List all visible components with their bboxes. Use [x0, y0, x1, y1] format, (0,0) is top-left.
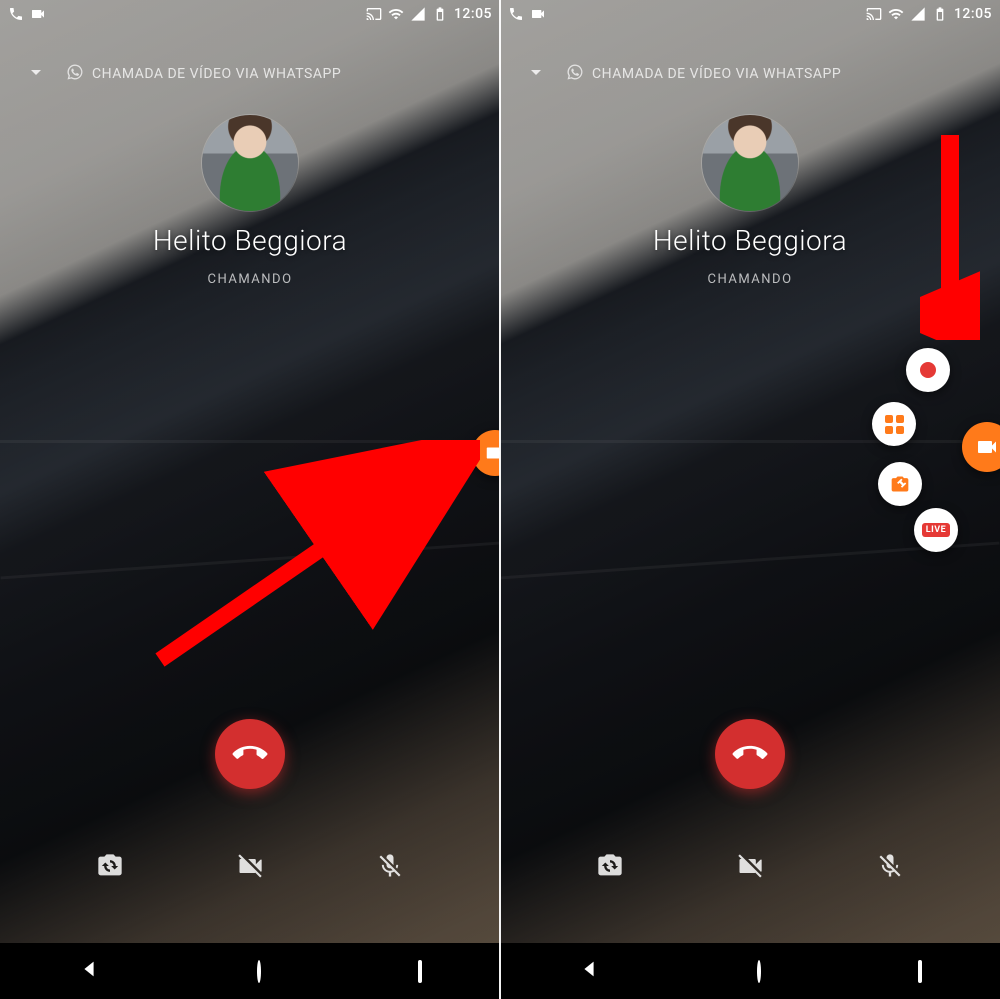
- nav-recent-button[interactable]: [918, 962, 922, 981]
- call-type-label: CHAMADA DE VÍDEO VIA WHATSAPP: [592, 66, 841, 82]
- status-time: 12:05: [454, 6, 492, 22]
- recorder-main-button[interactable]: [962, 422, 1000, 472]
- recorder-record-button[interactable]: [906, 348, 950, 392]
- apps-icon: [885, 415, 904, 434]
- signal-icon: [910, 6, 926, 22]
- signal-icon: [410, 6, 426, 22]
- nav-back-button[interactable]: [578, 958, 600, 984]
- hangup-button[interactable]: [715, 719, 785, 789]
- minimize-chevron[interactable]: [524, 60, 548, 88]
- status-bar: 12:05: [500, 0, 1000, 28]
- wifi-icon: [888, 6, 904, 22]
- battery-icon: [432, 6, 448, 22]
- cast-icon: [866, 6, 882, 22]
- nav-home-button[interactable]: [257, 962, 261, 981]
- cast-icon: [366, 6, 382, 22]
- recorder-live-button[interactable]: LIVE: [914, 508, 958, 552]
- phone-screenshot-right: 12:05 CHAMADA DE VÍDEO VIA WHATSAPP Heli…: [500, 0, 1000, 999]
- videocam-icon: [484, 442, 500, 464]
- recorder-apps-button[interactable]: [872, 402, 916, 446]
- mic-off-button[interactable]: [376, 852, 404, 884]
- phone-hangup-icon: [226, 730, 274, 778]
- nav-back-button[interactable]: [78, 958, 100, 984]
- hangup-button[interactable]: [215, 719, 285, 789]
- screen-recorder-menu: LIVE: [864, 330, 994, 550]
- whatsapp-icon: [66, 63, 84, 85]
- switch-camera-button[interactable]: [596, 852, 624, 884]
- videocam-icon: [530, 6, 546, 22]
- phone-screenshot-left: 12:05 CHAMADA DE VÍDEO VIA WHATSAPP Heli…: [0, 0, 500, 999]
- videocam-icon: [975, 435, 999, 459]
- contact-name: Helito Beggiora: [0, 224, 500, 257]
- video-off-button[interactable]: [236, 852, 264, 884]
- call-controls-row: [0, 852, 500, 884]
- switch-camera-button[interactable]: [96, 852, 124, 884]
- call-type-label: CHAMADA DE VÍDEO VIA WHATSAPP: [92, 66, 341, 82]
- phone-icon: [508, 6, 524, 22]
- status-time: 12:05: [954, 6, 992, 22]
- call-status: CHAMANDO: [0, 272, 500, 287]
- call-status: CHAMANDO: [500, 272, 1000, 287]
- contact-name: Helito Beggiora: [500, 224, 1000, 257]
- call-controls-row: [500, 852, 1000, 884]
- videocam-icon: [30, 6, 46, 22]
- phone-icon: [8, 6, 24, 22]
- call-header: CHAMADA DE VÍDEO VIA WHATSAPP: [500, 60, 1000, 88]
- screenshot-divider: [499, 0, 501, 999]
- mic-off-button[interactable]: [876, 852, 904, 884]
- record-icon: [920, 362, 936, 378]
- wifi-icon: [388, 6, 404, 22]
- contact-avatar: [702, 115, 798, 211]
- tools-icon: [890, 474, 910, 494]
- call-header: CHAMADA DE VÍDEO VIA WHATSAPP: [0, 60, 500, 88]
- status-bar: 12:05: [0, 0, 500, 28]
- live-badge: LIVE: [922, 523, 950, 537]
- android-nav-bar: [500, 943, 1000, 999]
- android-nav-bar: [0, 943, 500, 999]
- whatsapp-icon: [566, 63, 584, 85]
- nav-recent-button[interactable]: [418, 962, 422, 981]
- phone-hangup-icon: [726, 730, 774, 778]
- contact-avatar: [202, 115, 298, 211]
- battery-icon: [932, 6, 948, 22]
- video-off-button[interactable]: [736, 852, 764, 884]
- nav-home-button[interactable]: [757, 962, 761, 981]
- minimize-chevron[interactable]: [24, 60, 48, 88]
- recorder-tools-button[interactable]: [878, 462, 922, 506]
